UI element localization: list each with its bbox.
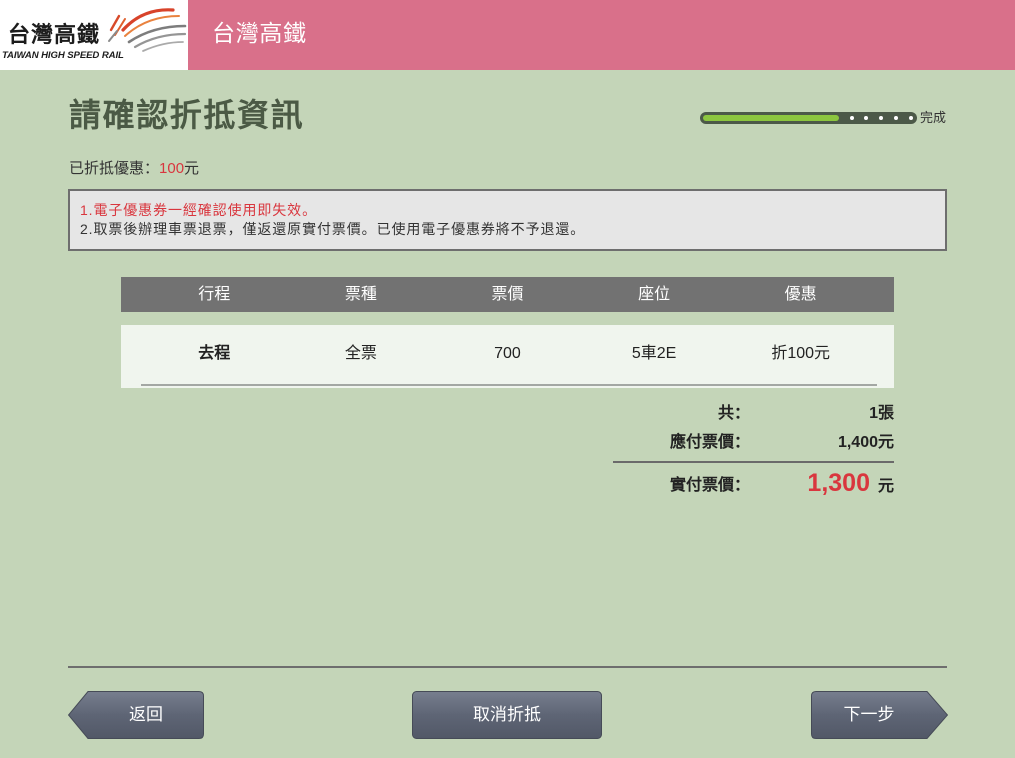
- ticket-count-row: 共： 1張: [613, 396, 894, 425]
- column-header-seat: 座位: [638, 286, 671, 303]
- price-summary: 共： 1張 應付票價： 1,400元 實付票價： 1,300 元: [613, 396, 894, 503]
- ticket-count-value: 1張: [869, 404, 894, 422]
- progress-step-dot: [850, 116, 854, 120]
- progress-step-dot: [894, 116, 898, 120]
- progress-step-dot: [879, 116, 883, 120]
- progress-fill: [703, 115, 839, 121]
- column-header-ticket-type: 票種: [344, 286, 377, 303]
- cancel-discount-button-label: 取消折抵: [473, 705, 541, 724]
- notice-box: 1.電子優惠券一經確認使用即失效。 2.取票後辦理車票退票，僅返還原實付票價。已…: [68, 189, 947, 251]
- cell-price: 700: [494, 345, 521, 362]
- trip-table: 行程 票種 票價 座位 優惠 去程 全票 700 5車2E 折100元: [121, 277, 894, 388]
- footer-divider: [68, 666, 947, 668]
- column-header-discount: 優惠: [784, 286, 817, 303]
- actual-price-value-wrap: 1,300 元: [750, 469, 894, 498]
- notice-lines: 1.電子優惠券一經確認使用即失效。 2.取票後辦理車票退票，僅返還原實付票價。已…: [70, 191, 945, 239]
- cancel-discount-button[interactable]: 取消折抵: [412, 691, 602, 739]
- discount-summary: 已折抵優惠：100元: [69, 159, 199, 179]
- next-step-button[interactable]: 下一步: [811, 691, 948, 739]
- cell-discount: 折100元: [771, 345, 831, 362]
- thsr-logo: 台灣高鐵 TAIWAN HIGH SPEED RAIL: [0, 0, 188, 70]
- logo-text-english: TAIWAN HIGH SPEED RAIL: [2, 50, 124, 61]
- cell-trip: 去程: [198, 345, 231, 362]
- column-header-price: 票價: [491, 286, 524, 303]
- discount-label: 已折抵優惠：: [69, 160, 160, 177]
- progress-step-dot: [909, 116, 913, 120]
- progress-step-dot: [864, 116, 868, 120]
- next-step-button-label: 下一步: [843, 705, 895, 724]
- notice-line-refund: 2.取票後辦理車票退票，僅返還原實付票價。已使用電子優惠券將不予退還。: [80, 221, 586, 237]
- cell-seat: 5車2E: [631, 345, 677, 362]
- ticket-count-label: 共：: [717, 404, 750, 422]
- column-header-trip: 行程: [198, 286, 231, 303]
- payable-price-label: 應付票價：: [669, 433, 750, 451]
- logo-text-chinese: 台灣高鐵: [8, 22, 101, 47]
- actual-price-label: 實付票價：: [669, 477, 750, 494]
- wing-logo-icon: [108, 8, 187, 52]
- actual-price-unit: 元: [877, 477, 894, 495]
- header-bar: 台灣高鐵: [188, 0, 1015, 70]
- notice-line-warning: 1.電子優惠券一經確認使用即失效。: [80, 202, 317, 218]
- row-divider: [141, 384, 877, 386]
- discount-unit: 元: [184, 160, 200, 177]
- table-header-row: 行程 票種 票價 座位 優惠: [121, 277, 894, 312]
- payable-price-value: 1,400元: [837, 433, 894, 451]
- table-row: 去程 全票 700 5車2E 折100元: [121, 325, 894, 388]
- back-button[interactable]: 返回: [68, 691, 204, 739]
- back-button-label: 返回: [129, 705, 163, 724]
- payable-price-row: 應付票價： 1,400元: [613, 425, 894, 454]
- cell-ticket-type: 全票: [344, 345, 377, 362]
- step-progress-bar: [700, 112, 917, 124]
- discount-amount: 100: [159, 160, 185, 177]
- header-title: 台灣高鐵: [212, 20, 307, 46]
- page-title: 請確認折抵資訊: [69, 97, 305, 133]
- actual-price-row: 實付票價： 1,300 元: [613, 463, 894, 503]
- progress-end-label: 完成: [920, 110, 947, 125]
- actual-price-amount: 1,300: [807, 468, 870, 497]
